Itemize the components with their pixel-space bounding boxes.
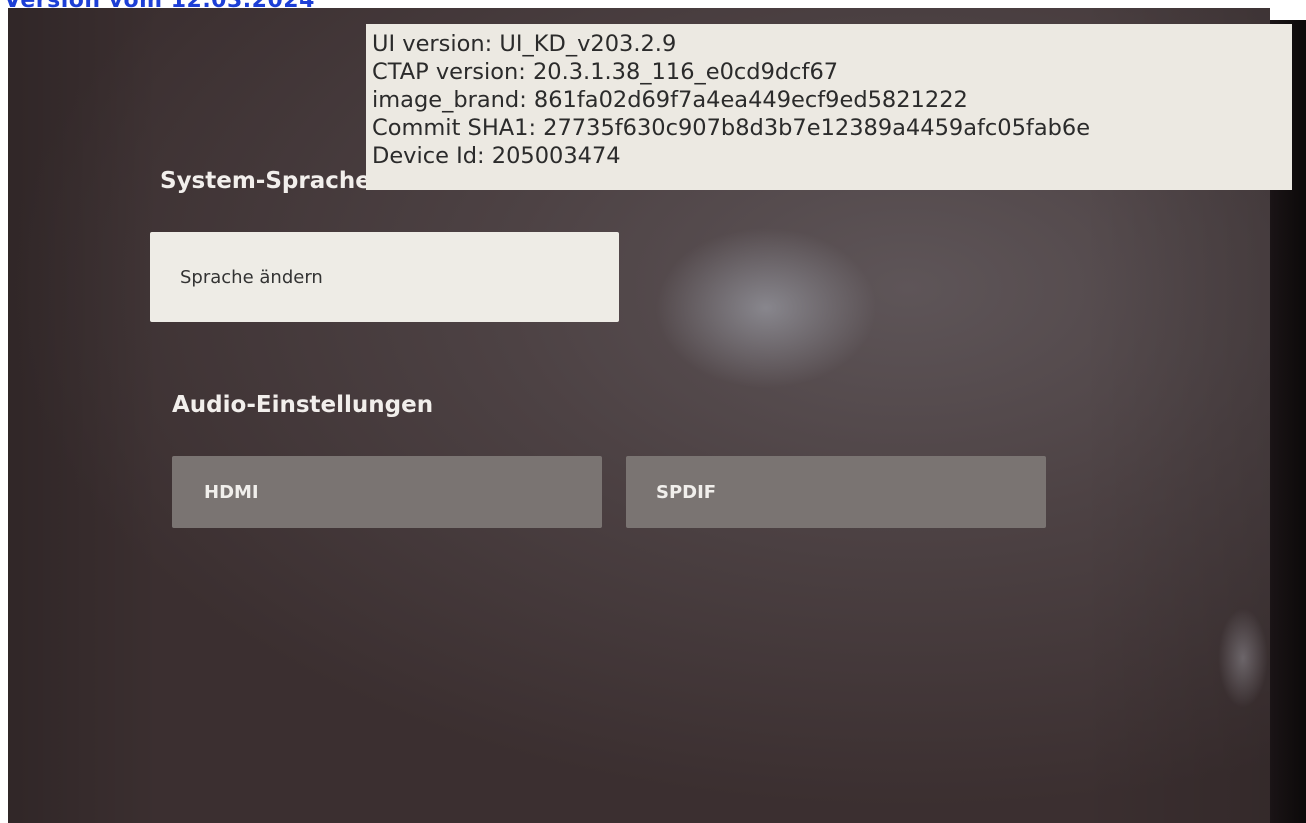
change-language-button[interactable]: Sprache ändern — [150, 232, 619, 322]
device-id-line: Device Id: 205003474 — [372, 143, 621, 169]
version-caption: Version vom 12.03.2024 — [4, 0, 315, 13]
spdif-label: SPDIF — [656, 481, 717, 503]
commit-sha-line: Commit SHA1: 27735f630c907b8d3b7e12389a4… — [372, 115, 1091, 141]
hdmi-button[interactable]: HDMI — [172, 456, 602, 528]
spdif-button[interactable]: SPDIF — [626, 456, 1046, 528]
ui-version-line: UI version: UI_KD_v203.2.9 — [372, 31, 677, 57]
debug-info-overlay: UI version: UI_KD_v203.2.9 CTAP version:… — [366, 24, 1292, 190]
ctap-version-line: CTAP version: 20.3.1.38_116_e0cd9dcf67 — [372, 59, 839, 85]
audio-settings-heading: Audio-Einstellungen — [172, 392, 434, 418]
system-language-heading: System-Sprache — [160, 168, 371, 194]
change-language-label: Sprache ändern — [180, 266, 323, 288]
hdmi-label: HDMI — [204, 481, 259, 503]
photo-frame: Version vom 12.03.2024 System-Sprache Sp… — [0, 0, 1306, 823]
image-brand-line: image_brand: 861fa02d69f7a4ea449ecf9ed58… — [372, 87, 968, 113]
